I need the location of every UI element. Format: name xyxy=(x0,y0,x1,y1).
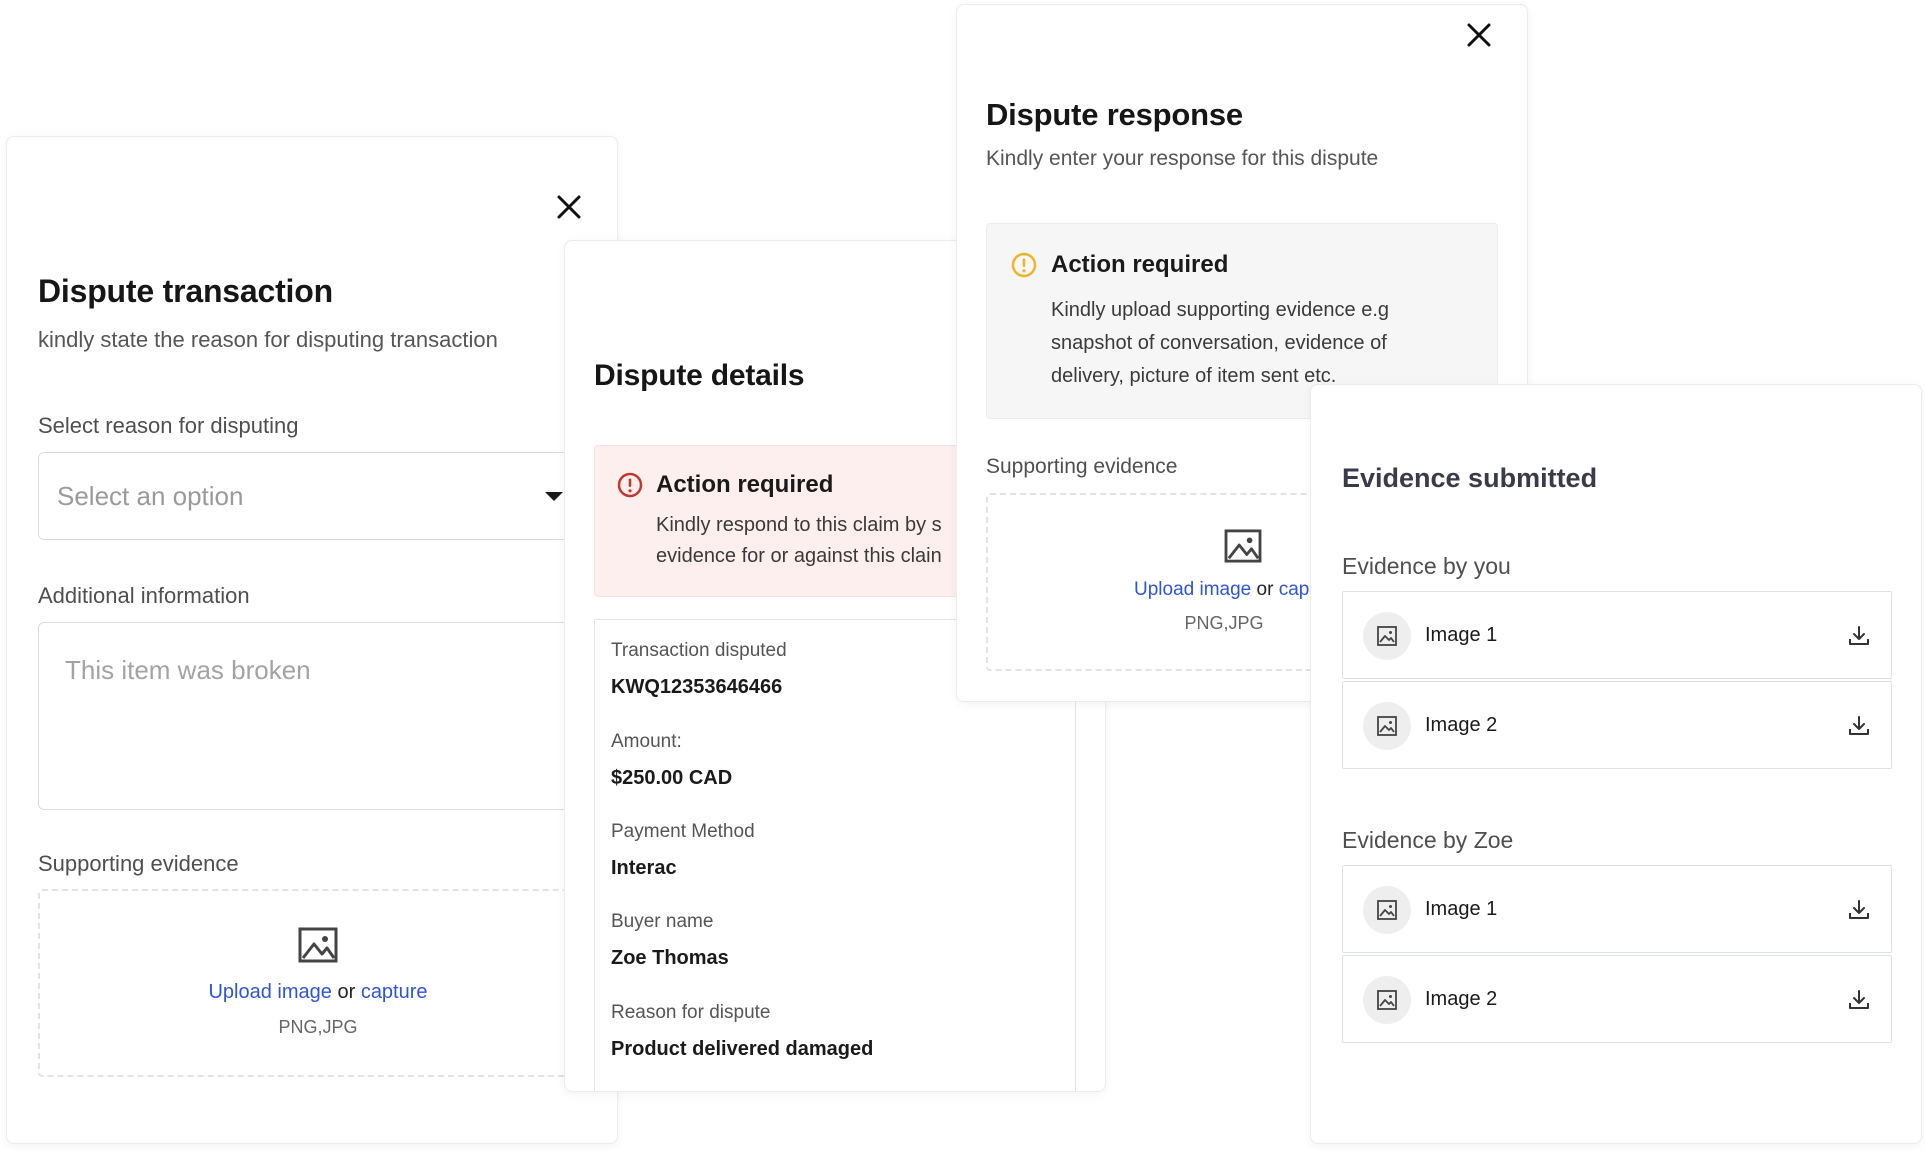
alert-text-line2: snapshot of conversation, evidence of xyxy=(1051,332,1387,354)
buyer-name-label: Buyer name xyxy=(611,911,714,932)
upload-image-link[interactable]: Upload image xyxy=(1134,579,1251,600)
alert-text-line1: Kindly upload supporting evidence e.g xyxy=(1051,299,1390,321)
close-icon[interactable] xyxy=(1463,19,1495,51)
transaction-value: KWQ12353646466 xyxy=(611,676,783,698)
upload-line: Upload image or capture xyxy=(40,981,596,1004)
evidence-name: Image 2 xyxy=(1425,714,1498,736)
error-icon xyxy=(617,472,643,503)
image-icon xyxy=(298,927,338,968)
alert-title: Action required xyxy=(656,471,834,498)
page-subtitle: kindly state the reason for disputing tr… xyxy=(38,327,498,352)
alert-text-line3: delivery, picture of item sent etc. xyxy=(1051,365,1337,387)
download-icon[interactable] xyxy=(1847,988,1871,1012)
or-text: or xyxy=(1256,579,1274,600)
alert-text-line2: evidence for or against this clain xyxy=(656,545,942,567)
alert-text-line1: Kindly respond to this claim by s xyxy=(656,514,942,536)
additional-info-placeholder: This item was broken xyxy=(65,655,311,685)
additional-info-field[interactable]: This item was broken xyxy=(38,622,617,810)
capture-link[interactable]: capture xyxy=(361,981,428,1003)
dispute-response-title: Dispute response xyxy=(986,97,1243,132)
capture-link[interactable]: cap xyxy=(1279,579,1310,600)
reason-dispute-label: Reason for dispute xyxy=(611,1002,771,1023)
evidence-name: Image 1 xyxy=(1425,624,1498,646)
page-title: Dispute transaction xyxy=(38,273,333,309)
additional-info-label: Additional information xyxy=(38,583,250,608)
evidence-by-you-label: Evidence by you xyxy=(1342,553,1511,579)
amount-label: Amount: xyxy=(611,731,682,752)
supporting-evidence-label: Supporting evidence xyxy=(38,851,239,876)
buyer-name-value: Zoe Thomas xyxy=(611,947,729,969)
transaction-label: Transaction disputed xyxy=(611,640,787,661)
image-icon xyxy=(1363,976,1411,1024)
evidence-name: Image 2 xyxy=(1425,988,1498,1010)
evidence-submitted-title: Evidence submitted xyxy=(1342,463,1598,493)
download-icon[interactable] xyxy=(1847,624,1871,648)
evidence-row[interactable]: Image 1 xyxy=(1342,591,1892,679)
image-icon xyxy=(1363,702,1411,750)
evidence-row[interactable]: Image 1 xyxy=(1342,865,1892,953)
amount-value: $250.00 CAD xyxy=(611,767,733,789)
evidence-row[interactable]: Image 2 xyxy=(1342,955,1892,1043)
caret-down-icon xyxy=(545,492,563,501)
reason-select[interactable]: Select an option xyxy=(38,452,617,540)
evidence-name: Image 1 xyxy=(1425,898,1498,920)
file-types: PNG,JPG xyxy=(278,1017,358,1037)
alert-title: Action required xyxy=(1051,251,1229,278)
payment-method-value: Interac xyxy=(611,857,677,879)
dispute-transaction-card: Dispute transaction kindly state the rea… xyxy=(6,136,618,1144)
evidence-by-zoe-label: Evidence by Zoe xyxy=(1342,827,1514,853)
upload-image-link[interactable]: Upload image xyxy=(208,981,331,1003)
reason-placeholder: Select an option xyxy=(57,481,244,511)
reason-dispute-value: Product delivered damaged xyxy=(611,1038,874,1060)
supporting-evidence-label: Supporting evidence xyxy=(986,455,1178,478)
image-icon xyxy=(1224,529,1262,568)
payment-method-label: Payment Method xyxy=(611,821,755,842)
warning-icon xyxy=(1011,252,1037,283)
evidence-row[interactable]: Image 2 xyxy=(1342,681,1892,769)
evidence-submitted-card: Evidence submitted Evidence by you Image… xyxy=(1310,384,1922,1144)
reason-label: Select reason for disputing xyxy=(38,413,299,438)
dispute-response-subtitle: Kindly enter your response for this disp… xyxy=(986,147,1379,170)
download-icon[interactable] xyxy=(1847,714,1871,738)
image-icon xyxy=(1363,886,1411,934)
dispute-details-title: Dispute details xyxy=(594,359,805,392)
download-icon[interactable] xyxy=(1847,898,1871,922)
close-icon[interactable] xyxy=(553,191,585,223)
or-text: or xyxy=(337,981,356,1003)
image-icon xyxy=(1363,612,1411,660)
upload-dropzone[interactable]: Upload image or capture PNG,JPG xyxy=(38,889,598,1077)
